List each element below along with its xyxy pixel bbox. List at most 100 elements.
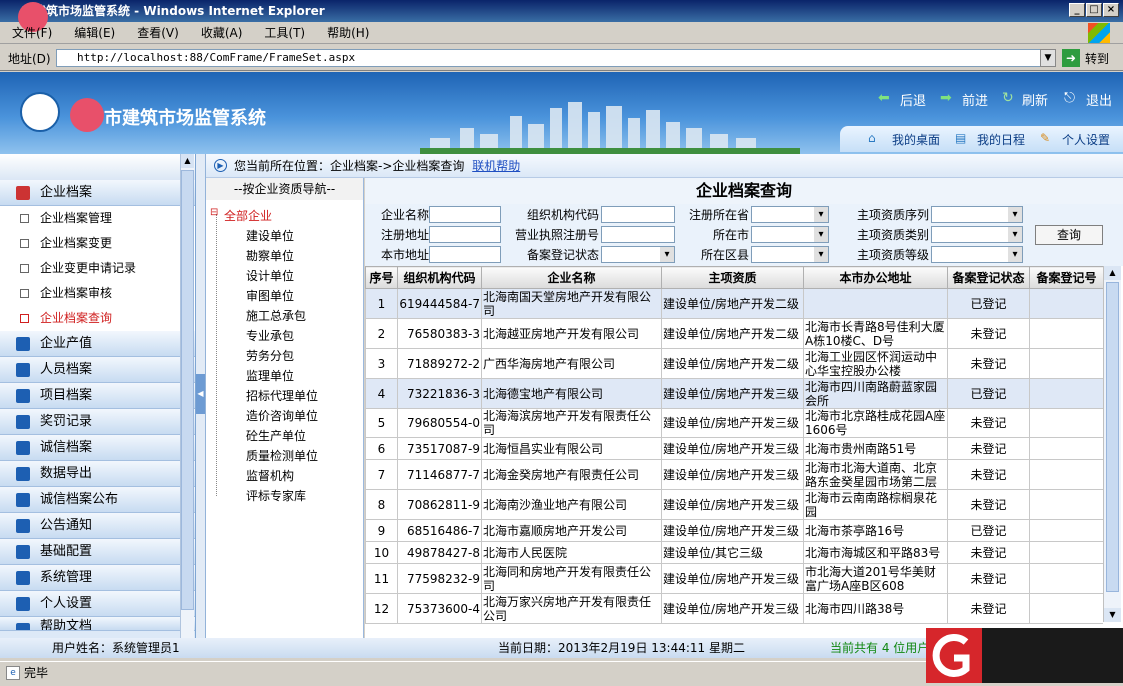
column-header[interactable]: 组织机构代码 bbox=[397, 266, 482, 289]
tree-node-survey[interactable]: 勘察单位 bbox=[246, 247, 294, 264]
back-link[interactable]: 后退 bbox=[900, 90, 926, 109]
table-row[interactable]: 6 73517087-9 北海恒昌实业有限公司 建设单位/房地产开发三级 北海市贵州南路… bbox=[365, 437, 1103, 460]
table-row[interactable]: 8 70862811-9 北海南沙渔业地产有限公司 建设单位/房地产开发三级 北海市云南… bbox=[365, 489, 1103, 520]
reg-addr-input[interactable] bbox=[429, 226, 501, 243]
sidebar-scrollbar[interactable]: ▲ bbox=[180, 154, 194, 638]
tree-node-bidding-agent[interactable]: 招标代理单位 bbox=[246, 387, 318, 404]
city-select[interactable] bbox=[751, 226, 829, 243]
sidebar-item-change-requests[interactable]: 企业变更申请记录 bbox=[0, 256, 195, 281]
menu-help[interactable]: 帮助(H) bbox=[327, 26, 369, 40]
tree-node-labor[interactable]: 劳务分包 bbox=[246, 347, 294, 364]
tree-node-review[interactable]: 审图单位 bbox=[246, 287, 294, 304]
go-arrow-icon[interactable]: ➜ bbox=[1062, 49, 1080, 67]
tree-node-concrete[interactable]: 砼生产单位 bbox=[246, 427, 306, 444]
menu-file[interactable]: 文件(F) bbox=[12, 26, 52, 40]
tree-node-cost-consulting[interactable]: 造价咨询单位 bbox=[246, 407, 318, 424]
district-select[interactable] bbox=[751, 246, 829, 263]
tab-desktop[interactable]: 我的桌面 bbox=[892, 131, 940, 148]
sidebar-section-output[interactable]: 企业产值 bbox=[0, 331, 195, 357]
sidebar-section-personnel[interactable]: 人员档案 bbox=[0, 357, 195, 383]
sidebar-item-archive-query[interactable]: 企业档案查询 bbox=[0, 306, 195, 331]
column-header[interactable]: 本市办公地址 bbox=[803, 266, 948, 289]
main-qual-type-select[interactable] bbox=[931, 226, 1023, 243]
sidebar-section-rewards[interactable]: 奖罚记录 bbox=[0, 409, 195, 435]
license-no-input[interactable] bbox=[601, 226, 675, 243]
column-header[interactable]: 备案登记号 bbox=[1029, 266, 1103, 289]
tree-node-special-contract[interactable]: 专业承包 bbox=[246, 327, 294, 344]
table-row[interactable]: 1 619444584-7 北海南国天堂房地产开发有限公司 建设单位/房地产开发二级 已… bbox=[365, 288, 1103, 319]
sidebar-item-archive-change[interactable]: 企业档案变更 bbox=[0, 231, 195, 256]
table-row[interactable]: 7 71146877-7 北海金癸房地产有限责任公司 建设单位/房地产开发三级 北海市北… bbox=[365, 459, 1103, 490]
table-row[interactable]: 10 49878427-8 北海市人民医院 建设单位/其它三级 北海市海城区和平路83号… bbox=[365, 541, 1103, 564]
reg-province-select[interactable] bbox=[751, 206, 829, 223]
sidebar-item-archive-manage[interactable]: 企业档案管理 bbox=[0, 206, 195, 231]
menu-edit[interactable]: 编辑(E) bbox=[74, 26, 115, 40]
sidebar-splitter[interactable]: ◀ bbox=[196, 154, 206, 638]
menu-view[interactable]: 查看(V) bbox=[137, 26, 179, 40]
sidebar-section-projects[interactable]: 项目档案 bbox=[0, 383, 195, 409]
scroll-down-icon[interactable]: ▼ bbox=[1104, 608, 1121, 622]
column-header[interactable]: 企业名称 bbox=[481, 266, 662, 289]
query-button[interactable]: 查询 bbox=[1035, 225, 1103, 245]
scroll-thumb[interactable] bbox=[1106, 282, 1119, 592]
table-row[interactable]: 11 77598232-9 北海同和房地产开发有限责任公司 建设单位/房地产开发三级市… bbox=[365, 563, 1103, 594]
sidebar-section-personal[interactable]: 个人设置 bbox=[0, 591, 195, 617]
table-row[interactable]: 4 73221836-3 北海德宝地产有限公司 建设单位/房地产开发三级 北海市四川南路… bbox=[365, 378, 1103, 409]
forward-arrow-icon[interactable]: ➡ bbox=[940, 90, 952, 106]
main-qual-seq-select[interactable] bbox=[931, 206, 1023, 223]
refresh-link[interactable]: 刷新 bbox=[1022, 90, 1048, 109]
menu-favorites[interactable]: 收藏(A) bbox=[201, 26, 243, 40]
forward-link[interactable]: 前进 bbox=[962, 90, 988, 109]
main-qual-level-select[interactable] bbox=[931, 246, 1023, 263]
org-code-input[interactable] bbox=[601, 206, 675, 223]
column-header[interactable]: 备案登记状态 bbox=[947, 266, 1030, 289]
menu-tools[interactable]: 工具(T) bbox=[264, 26, 305, 40]
scroll-up-icon[interactable]: ▲ bbox=[181, 154, 194, 168]
tree-node-construction[interactable]: 建设单位 bbox=[246, 227, 294, 244]
close-button[interactable]: × bbox=[1103, 3, 1119, 17]
column-header[interactable]: 主项资质 bbox=[661, 266, 804, 289]
tree-node-design[interactable]: 设计单位 bbox=[246, 267, 294, 284]
table-row[interactable]: 2 76580383-3 北海越亚房地产开发有限公司 建设单位/房地产开发二级 北海市长… bbox=[365, 318, 1103, 349]
back-arrow-icon[interactable]: ⬅ bbox=[878, 90, 890, 106]
maximize-button[interactable]: □ bbox=[1086, 3, 1102, 17]
sidebar-section-notices[interactable]: 公告通知 bbox=[0, 513, 195, 539]
minimize-button[interactable]: _ bbox=[1069, 3, 1085, 17]
sidebar-section-config[interactable]: 基础配置 bbox=[0, 539, 195, 565]
table-row[interactable]: 3 71889272-2 广西华海房地产有限公司 建设单位/房地产开发二级 北海工业园区… bbox=[365, 348, 1103, 379]
address-input[interactable]: http://localhost:88/ComFrame/FrameSet.as… bbox=[56, 49, 1044, 67]
column-header[interactable]: 序号 bbox=[365, 266, 398, 289]
scroll-thumb[interactable] bbox=[181, 170, 194, 610]
table-row[interactable]: 5 79680554-0 北海海滨房地产开发有限责任公司 建设单位/房地产开发三级 北海… bbox=[365, 408, 1103, 438]
table-row[interactable]: 12 75373600-4 北海万家兴房地产开发有限责任公司 建设单位/房地产开发三级… bbox=[365, 593, 1103, 624]
tree-node-expert-pool[interactable]: 评标专家库 bbox=[246, 487, 306, 504]
help-link[interactable]: 联机帮助 bbox=[472, 159, 520, 173]
sidebar-item-archive-review[interactable]: 企业档案审核 bbox=[0, 281, 195, 306]
tree-root[interactable]: 全部企业 bbox=[224, 207, 272, 224]
tree-node-quality-test[interactable]: 质量检测单位 bbox=[246, 447, 318, 464]
sidebar-section-system[interactable]: 系统管理 bbox=[0, 565, 195, 591]
table-row[interactable]: 9 68516486-7 北海市嘉顺房地产开发公司 建设单位/房地产开发三级 北海市茶亭… bbox=[365, 519, 1103, 542]
tab-schedule[interactable]: 我的日程 bbox=[977, 131, 1025, 148]
tree-node-supervision[interactable]: 监理单位 bbox=[246, 367, 294, 384]
record-status-select[interactable] bbox=[601, 246, 675, 263]
scroll-up-icon[interactable]: ▲ bbox=[1104, 266, 1121, 280]
collapse-arrow-icon[interactable]: ◀ bbox=[196, 374, 205, 414]
sidebar-section-export[interactable]: 数据导出 bbox=[0, 461, 195, 487]
grid-scrollbar[interactable]: ▲ ▼ bbox=[1103, 266, 1121, 622]
tab-personal-settings[interactable]: 个人设置 bbox=[1062, 131, 1110, 148]
sidebar-section-help[interactable]: 帮助文档 bbox=[0, 617, 195, 631]
tree-node-oversight[interactable]: 监督机构 bbox=[246, 467, 294, 484]
sidebar-section-credit[interactable]: 诚信档案 bbox=[0, 435, 195, 461]
address-dropdown-icon[interactable]: ▼ bbox=[1040, 49, 1056, 67]
go-button[interactable]: 转到 bbox=[1085, 50, 1109, 67]
exit-link[interactable]: 退出 bbox=[1086, 90, 1112, 109]
tree-collapse-icon[interactable]: ⊟ bbox=[210, 207, 218, 218]
sidebar-section-credit-publish[interactable]: 诚信档案公布 bbox=[0, 487, 195, 513]
refresh-icon[interactable]: ↻ bbox=[1002, 90, 1014, 106]
tree-node-general-contract[interactable]: 施工总承包 bbox=[246, 307, 306, 324]
company-name-input[interactable] bbox=[429, 206, 501, 223]
local-addr-input[interactable] bbox=[429, 246, 501, 263]
exit-icon[interactable]: ⎋ bbox=[1064, 90, 1075, 106]
sidebar-section-archive[interactable]: 企业档案 bbox=[0, 180, 195, 206]
